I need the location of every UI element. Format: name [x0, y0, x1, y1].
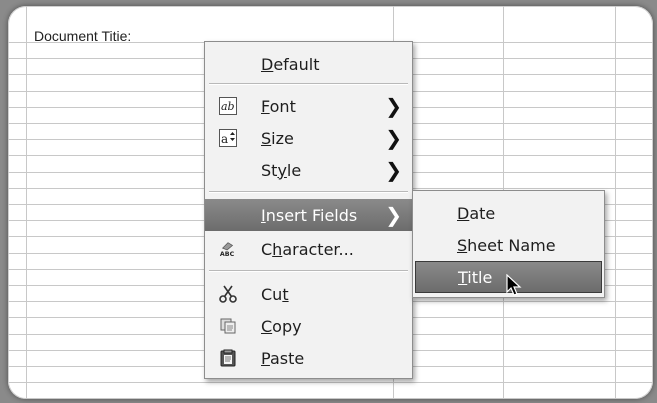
menu-item-default[interactable]: Default: [205, 48, 412, 80]
mouse-cursor-icon: [506, 274, 522, 296]
svg-text:ab: ab: [221, 100, 235, 113]
menu-item-size[interactable]: a Size ❯: [205, 122, 412, 154]
font-icon: ab: [219, 97, 237, 115]
menu-separator: [209, 191, 408, 193]
menu-item-copy[interactable]: Copy: [205, 310, 412, 342]
svg-text:ABC: ABC: [220, 251, 235, 258]
scissors-icon: [219, 285, 237, 303]
chevron-right-icon: ❯: [385, 158, 402, 182]
menu-item-default-label: efault: [273, 54, 320, 74]
chevron-right-icon: ❯: [385, 203, 402, 227]
paste-icon: [219, 349, 237, 367]
menu-item-character[interactable]: ABC Character...: [205, 233, 412, 265]
menu-item-paste[interactable]: Paste: [205, 342, 412, 374]
menu-item-style[interactable]: Style ❯: [205, 154, 412, 186]
chevron-right-icon: ❯: [385, 94, 402, 118]
cell-a1[interactable]: Document Titie:: [34, 28, 131, 44]
menu-item-font[interactable]: ab Font ❯: [205, 90, 412, 122]
menu-separator: [209, 83, 408, 85]
context-menu: Default ab Font ❯ a Size ❯ Style ❯ Inser…: [204, 41, 413, 379]
character-icon: ABC: [219, 240, 237, 258]
font-size-icon: a: [219, 129, 237, 147]
submenu-item-date[interactable]: Date: [413, 197, 604, 229]
submenu-item-sheet-name[interactable]: Sheet Name: [413, 229, 604, 261]
chevron-right-icon: ❯: [385, 126, 402, 150]
menu-separator: [209, 270, 408, 272]
menu-item-cut[interactable]: Cut: [205, 278, 412, 310]
svg-text:a: a: [221, 132, 228, 146]
menu-item-insert-fields[interactable]: Insert Fields ❯: [205, 199, 412, 231]
copy-icon: [219, 317, 237, 335]
